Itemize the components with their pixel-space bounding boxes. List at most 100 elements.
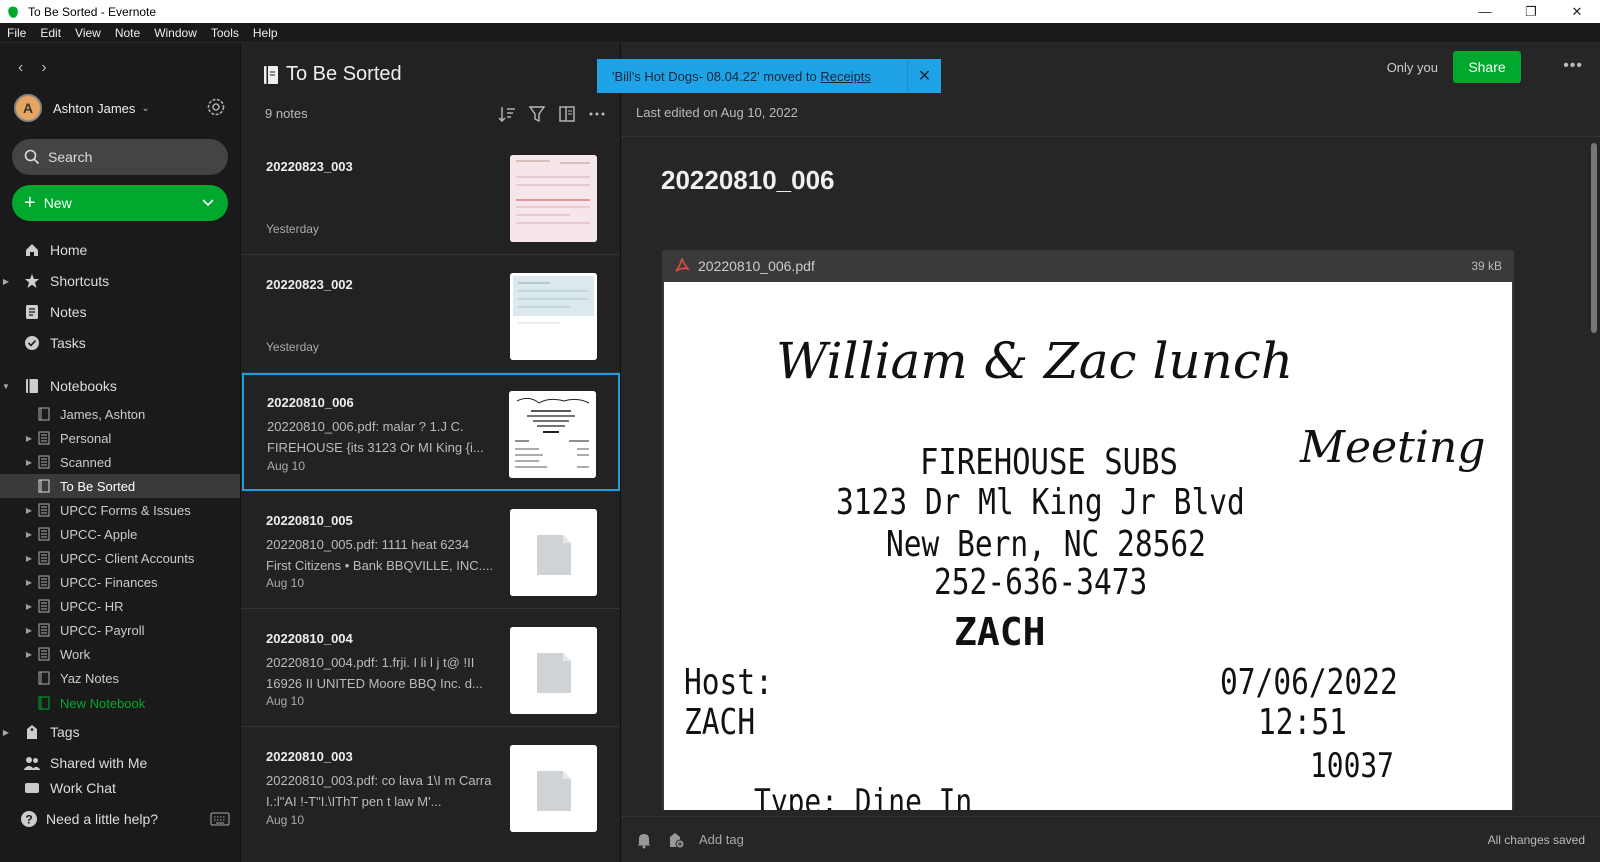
receipt-image: William & Zac lunch Meeting FIREHOUSE SU… — [664, 282, 1512, 810]
minimize-button[interactable]: — — [1462, 0, 1508, 23]
sidebar-item-tags[interactable]: ▶ Tags — [0, 718, 240, 746]
notebook-item-upcc-apple[interactable]: ▶ UPCC- Apple — [0, 522, 240, 546]
share-button[interactable]: Share — [1453, 51, 1521, 83]
evernote-logo-icon — [8, 6, 18, 18]
new-notebook-button[interactable]: New Notebook — [0, 691, 240, 715]
note-title-heading[interactable]: 20220810_006 — [661, 165, 835, 196]
notebook-item-upcc-client-accounts[interactable]: ▶ UPCC- Client Accounts — [0, 546, 240, 570]
notebook-item-upcc-finances[interactable]: ▶ UPCC- Finances — [0, 570, 240, 594]
menu-note[interactable]: Note — [108, 26, 147, 40]
receipt-customer-name: ZACH — [954, 610, 1046, 654]
note-title: 20220823_003 — [266, 159, 353, 174]
notebook-item-upcc-hr[interactable]: ▶ UPCC- HR — [0, 594, 240, 618]
pdf-icon — [675, 258, 690, 272]
expand-triangle-icon[interactable]: ▶ — [0, 277, 12, 286]
collapse-triangle-icon[interactable]: ▼ — [0, 382, 12, 391]
back-arrow-icon[interactable]: ‹ — [18, 59, 23, 77]
gear-icon[interactable] — [204, 95, 228, 119]
reminder-bell-icon[interactable] — [635, 831, 653, 849]
expand-triangle-icon[interactable]: ▶ — [0, 434, 36, 443]
expand-triangle-icon[interactable]: ▶ — [0, 458, 36, 467]
view-layout-icon[interactable] — [558, 105, 576, 123]
notebook-item-upcc-forms[interactable]: ▶ UPCC Forms & Issues — [0, 498, 240, 522]
add-tag-input[interactable]: Add tag — [699, 832, 744, 847]
expand-triangle-icon[interactable]: ▶ — [0, 506, 36, 515]
plus-icon: + — [24, 192, 36, 214]
note-card[interactable]: 20220810_003 20220810_003.pdf: co lava 1… — [241, 727, 621, 845]
menu-view[interactable]: View — [68, 26, 108, 40]
notebook-item-to-be-sorted[interactable]: To Be Sorted — [0, 474, 240, 498]
tag-icon — [22, 723, 42, 741]
more-options-icon[interactable]: ••• — [1563, 57, 1583, 75]
note-date: Yesterday — [266, 222, 319, 236]
notebook-stack-icon — [36, 430, 52, 446]
restore-button[interactable]: ❐ — [1508, 0, 1554, 23]
sidebar-item-tasks[interactable]: Tasks — [0, 329, 240, 357]
menu-file[interactable]: File — [0, 26, 33, 40]
search-icon — [24, 149, 40, 165]
expand-triangle-icon[interactable]: ▶ — [0, 602, 36, 611]
sort-icon[interactable] — [498, 105, 516, 123]
save-status: All changes saved — [1487, 832, 1585, 847]
forward-arrow-icon[interactable]: › — [41, 59, 46, 77]
new-button[interactable]: + New — [12, 185, 228, 221]
chevron-down-icon[interactable] — [202, 199, 214, 207]
expand-triangle-icon[interactable]: ▶ — [0, 530, 36, 539]
window-title: To Be Sorted - Evernote — [28, 4, 157, 19]
keyboard-icon[interactable] — [210, 812, 230, 826]
receipt-city: New Bern, NC 28562 — [886, 524, 1206, 565]
note-card[interactable]: 20220823_002 Yesterday — [241, 255, 621, 373]
menu-bar: File Edit View Note Window Tools Help — [0, 23, 1600, 43]
sidebar-item-notes[interactable]: Notes — [0, 298, 240, 326]
notebook-item-scanned[interactable]: ▶ Scanned — [0, 450, 240, 474]
attachment-header: 20220810_006.pdf 39 kB — [662, 250, 1514, 282]
pdf-attachment[interactable]: 20220810_006.pdf 39 kB William & Zac lun… — [662, 250, 1514, 810]
expand-triangle-icon[interactable]: ▶ — [0, 728, 12, 737]
star-icon — [22, 272, 42, 290]
notebook-label: UPCC- Finances — [60, 574, 158, 590]
menu-tools[interactable]: Tools — [204, 26, 246, 40]
help-link[interactable]: ? Need a little help? — [20, 810, 230, 828]
note-card[interactable]: 20220810_004 20220810_004.pdf: 1.frji. I… — [241, 609, 621, 727]
note-date: Aug 10 — [267, 459, 306, 473]
sidebar-item-home[interactable]: Home — [0, 236, 240, 264]
visibility-label: Only you — [1386, 60, 1438, 75]
filter-icon[interactable] — [528, 105, 546, 123]
notebook-item-yaz-notes[interactable]: Yaz Notes — [0, 666, 240, 690]
notebook-item-personal[interactable]: ▶ Personal — [0, 426, 240, 450]
receipts-link[interactable]: Receipts — [820, 69, 871, 84]
chevron-down-icon: ⌄ — [141, 102, 150, 114]
notebook-item-work[interactable]: ▶ Work — [0, 642, 240, 666]
note-card[interactable]: 20220810_005 20220810_005.pdf: 1111 heat… — [241, 491, 621, 609]
tag-add-icon[interactable] — [667, 831, 685, 849]
close-icon[interactable]: ✕ — [907, 59, 941, 93]
notebook-item-james-ashton[interactable]: James, Ashton — [0, 402, 240, 426]
note-snippet: 20220810_005.pdf: 1111 heat 6234 First C… — [266, 537, 494, 573]
notebook-stack-icon — [36, 550, 52, 566]
menu-help[interactable]: Help — [246, 26, 285, 40]
menu-window[interactable]: Window — [147, 26, 204, 40]
note-card[interactable]: 20220823_003 Yesterday — [241, 137, 621, 255]
menu-edit[interactable]: Edit — [33, 26, 68, 40]
new-notebook-icon — [36, 695, 52, 711]
expand-triangle-icon[interactable]: ▶ — [0, 554, 36, 563]
notebook-stack-icon — [36, 622, 52, 638]
editor-scrollbar[interactable] — [1591, 143, 1597, 333]
sidebar: ‹ › A Ashton James ⌄ Search + New Home ▶… — [0, 43, 240, 862]
search-input[interactable]: Search — [12, 139, 228, 175]
expand-triangle-icon[interactable]: ▶ — [0, 578, 36, 587]
notebook-label: UPCC- Payroll — [60, 622, 145, 638]
user-menu[interactable]: A Ashton James ⌄ — [14, 94, 150, 122]
sidebar-item-label: Work Chat — [50, 780, 116, 796]
sidebar-item-notebooks[interactable]: ▼ Notebooks — [0, 372, 240, 400]
note-card-selected[interactable]: 20220810_006 20220810_006.pdf: malar ? 1… — [242, 373, 620, 491]
sidebar-item-shared[interactable]: Shared with Me — [0, 749, 240, 777]
expand-triangle-icon[interactable]: ▶ — [0, 650, 36, 659]
more-options-icon[interactable] — [588, 105, 606, 123]
notebook-item-upcc-payroll[interactable]: ▶ UPCC- Payroll — [0, 618, 240, 642]
sidebar-item-shortcuts[interactable]: ▶ Shortcuts — [0, 267, 240, 295]
notebook-stack-icon — [36, 598, 52, 614]
close-window-button[interactable]: ✕ — [1554, 0, 1600, 23]
sidebar-item-work-chat[interactable]: Work Chat — [0, 780, 240, 796]
expand-triangle-icon[interactable]: ▶ — [0, 626, 36, 635]
